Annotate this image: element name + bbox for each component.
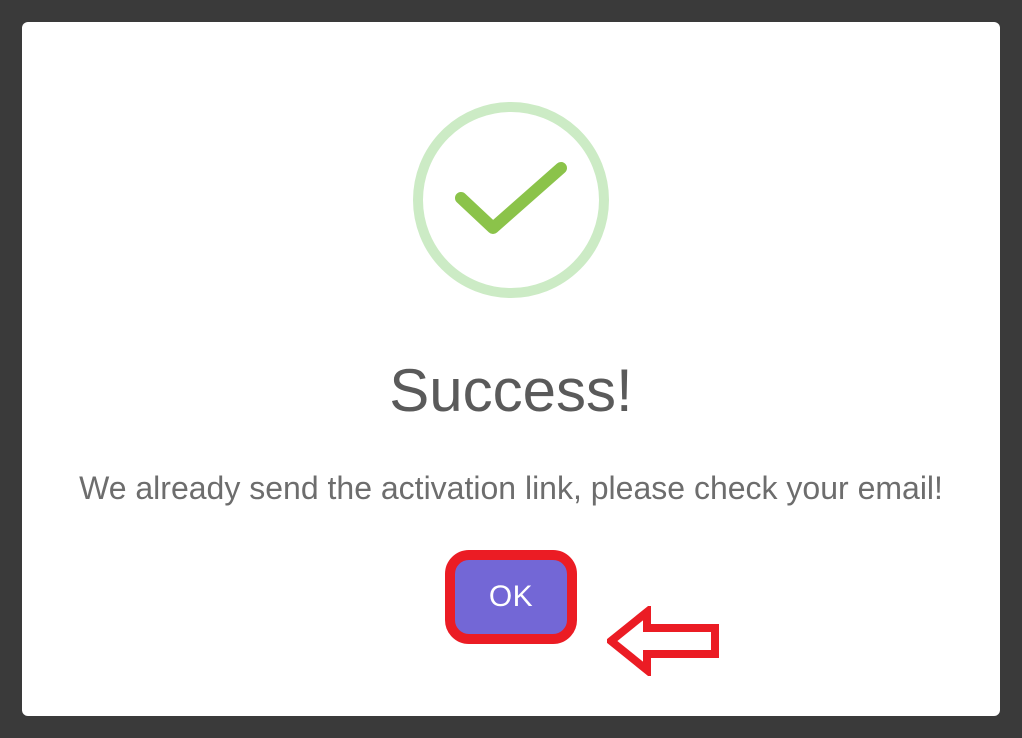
modal-message: We already send the activation link, ple… (79, 467, 943, 510)
success-icon-ring (413, 102, 609, 298)
success-modal: Success! We already send the activation … (22, 22, 1000, 716)
check-icon (451, 160, 571, 240)
button-highlight-container: OK (455, 560, 567, 634)
ok-button[interactable]: OK (455, 560, 567, 634)
modal-title: Success! (389, 356, 632, 425)
